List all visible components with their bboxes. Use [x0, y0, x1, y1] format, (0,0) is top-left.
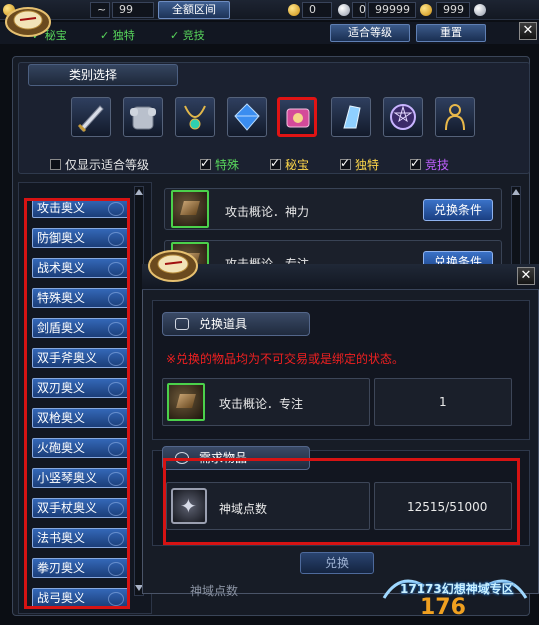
range-button[interactable]: 全额区间 [158, 1, 230, 19]
watermark-logo: 176 17173幻想神域专区 [380, 568, 530, 618]
filter-treasure[interactable]: 秘宝 [270, 156, 309, 173]
filter-competitive-top[interactable]: ✓ 竞技 [170, 27, 205, 43]
highlight-box-list [24, 198, 130, 609]
filter-competitive[interactable]: 竞技 [410, 156, 449, 173]
category-title: 类别选择 [28, 64, 178, 86]
level-max-input[interactable]: 99 [112, 2, 154, 18]
exchange-item-name: 攻击概论．专注 [219, 397, 304, 411]
silhouette-icon [445, 104, 465, 131]
crystal-icon [343, 105, 361, 129]
confirm-exchange-button[interactable]: 兑换 [300, 552, 374, 574]
tab-gem[interactable] [227, 97, 267, 137]
list-item[interactable]: 攻击概论．神力 兑换条件 [164, 188, 502, 230]
silver-min-input[interactable]: 0 [352, 2, 366, 18]
reset-button[interactable]: 重置 [416, 24, 486, 42]
svg-text:176: 176 [420, 595, 466, 618]
checkbox-icon [270, 156, 281, 170]
checkbox-icon [200, 156, 211, 170]
filter-unique-top[interactable]: ✓ 独特 [100, 27, 135, 43]
checkbox-icon [410, 156, 421, 170]
highlight-box-required [163, 458, 520, 545]
silver-coin-icon [474, 4, 486, 16]
scroll-up-icon[interactable] [512, 189, 520, 195]
gold-coin-icon [288, 4, 300, 16]
suitable-level-button[interactable]: 适合等级 [330, 24, 410, 42]
dialog-header [142, 264, 539, 290]
exchange-condition-button[interactable]: 兑换条件 [423, 199, 493, 221]
exchange-item-cell: 攻击概论．专注 [162, 378, 370, 426]
book-icon [286, 108, 310, 128]
warning-text: ※兑换的物品均为不可交易或是绑定的状态。 [166, 352, 405, 366]
necklace-icon [184, 105, 206, 130]
gold-min-input[interactable]: 0 [302, 2, 332, 18]
silver-coin-icon [338, 4, 350, 16]
gem-icon [234, 103, 260, 131]
sword-icon [77, 105, 104, 133]
scroll-item-icon [167, 383, 205, 421]
top-filter-bar: ~ 99 全额区间 0 0 99999 999 [0, 0, 539, 20]
hidden-label: 神域点数 [190, 584, 239, 598]
exchange-count-cell: 1 [374, 378, 512, 426]
tab-book[interactable] [277, 97, 317, 137]
tab-rune[interactable] [383, 97, 423, 137]
tab-armor[interactable] [123, 97, 163, 137]
dialog-logo-icon [148, 250, 198, 282]
silver-max-input[interactable]: 99999 [368, 2, 416, 18]
armor-icon [130, 106, 156, 130]
gold-coin-icon [420, 4, 432, 16]
gold-max-input[interactable]: 999 [436, 2, 470, 18]
scroll-item-icon [171, 190, 209, 228]
window-logo-icon [5, 7, 51, 37]
close-icon[interactable]: ✕ [519, 22, 537, 40]
checkbox-icon [340, 156, 351, 170]
checkbox-icon [50, 159, 61, 170]
tab-silhouette[interactable] [435, 97, 475, 137]
right-scrollbar[interactable] [511, 186, 521, 276]
filter-unique[interactable]: 独特 [340, 156, 379, 173]
tab-necklace[interactable] [175, 97, 215, 137]
rune-icon [390, 104, 416, 130]
scroll-up-icon[interactable] [135, 189, 143, 195]
level-sep: ~ [90, 2, 110, 18]
only-suitable-checkbox[interactable]: 仅显示适合等级 [50, 156, 149, 173]
filter-special[interactable]: 特殊 [200, 156, 239, 173]
item-name: 攻击概论．神力 [225, 205, 310, 219]
box-icon [175, 318, 189, 330]
filter-row: ✓ 秘宝 ✓ 独特 ✓ 竞技 适合等级 重置 [0, 22, 539, 44]
close-icon[interactable]: ✕ [517, 267, 535, 285]
tab-crystal[interactable] [331, 97, 371, 137]
watermark-text: 17173幻想神域专区 [400, 582, 514, 596]
tab-sword[interactable] [71, 97, 111, 137]
exchange-section-title: 兑换道具 [162, 312, 310, 336]
exchange-item-count: 1 [439, 395, 447, 409]
